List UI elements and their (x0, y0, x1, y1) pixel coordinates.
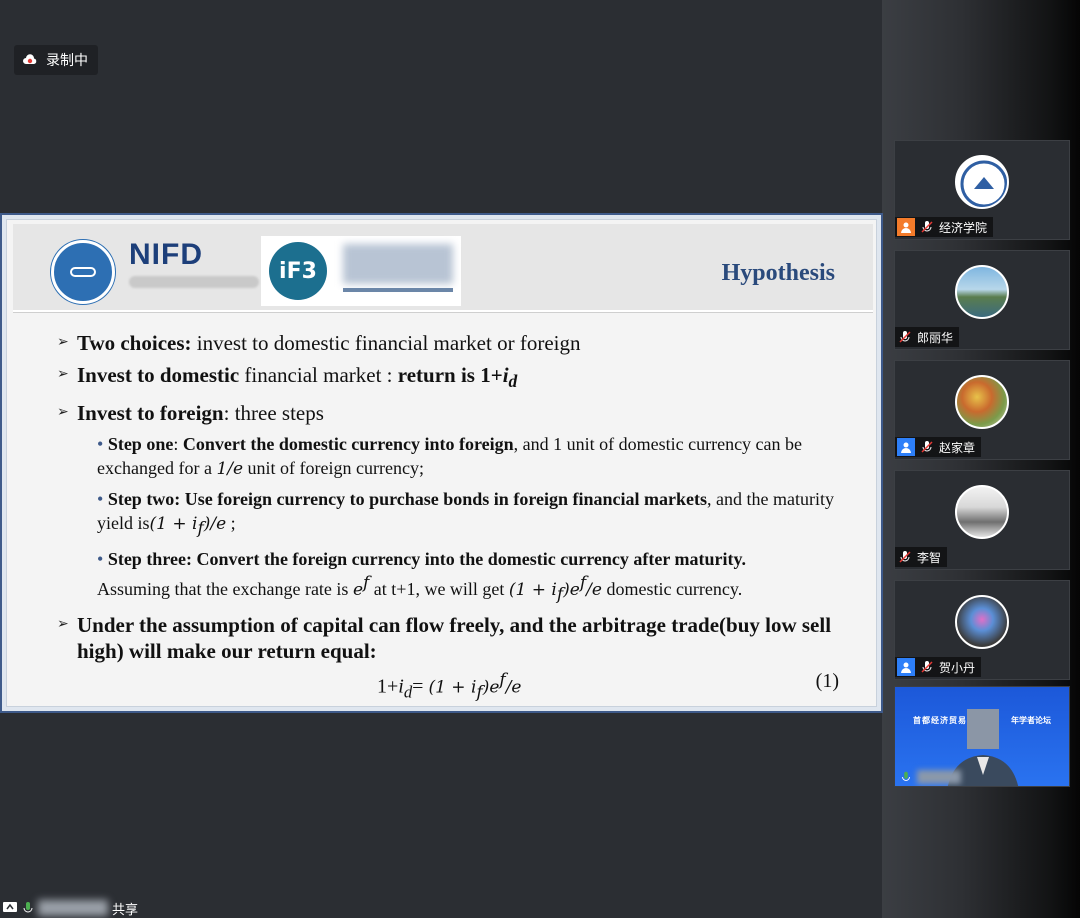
step-three: • Step three: Convert the foreign curren… (97, 548, 746, 605)
participant-name: 郎丽华 (917, 330, 954, 345)
avatar (955, 155, 1009, 209)
bullet-two-choices: Two choices: invest to domestic financia… (57, 330, 857, 356)
participant-tile[interactable]: 贺小丹 (894, 580, 1070, 680)
participant-tile[interactable]: 经济学院 (894, 140, 1070, 240)
step-one: • Step one: Convert the domestic currenc… (97, 434, 803, 480)
avatar (955, 265, 1009, 319)
participant-name: 经济学院 (939, 220, 988, 235)
bullet-invest-foreign: Invest to foreign: three steps (57, 400, 857, 426)
slide-header: NIFD iF3 Hypothesis (13, 224, 873, 312)
think-tank-logo (51, 240, 115, 304)
mic-muted-icon (921, 221, 933, 233)
share-label: 共享 (112, 901, 139, 917)
avatar (955, 375, 1009, 429)
recording-badge[interactable]: 录制中 (14, 45, 98, 75)
screen-share-icon (3, 902, 17, 912)
slide-title: Hypothesis (721, 260, 835, 286)
participant-name: 赵家章 (939, 440, 976, 455)
sharer-name-blurred (38, 900, 108, 916)
mic-muted-icon (921, 441, 933, 453)
recording-label: 录制中 (46, 52, 88, 68)
ifb-logo: iF3 (261, 236, 461, 306)
mic-muted-icon (899, 551, 911, 563)
nifd-subtitle-blurred (129, 276, 259, 288)
equation: 1+id= (1 + if)ef/e (1) (377, 670, 839, 704)
cloud-record-icon (23, 54, 37, 64)
participant-tile[interactable]: 郎丽华 (894, 250, 1070, 350)
nifd-logo: NIFD (129, 238, 203, 271)
speaker-name-blurred (917, 770, 961, 784)
shared-slide: NIFD iF3 Hypothesis Two choices: invest … (0, 213, 883, 713)
host-icon (897, 218, 915, 236)
mic-muted-icon (899, 331, 911, 343)
bullet-invest-domestic: Invest to domestic financial market : re… (57, 362, 857, 394)
equation-number: (1) (815, 670, 839, 693)
mic-muted-icon (921, 661, 933, 673)
step-two: • Step two: Use foreign currency to purc… (97, 489, 834, 539)
mic-active-icon (23, 902, 33, 913)
participant-name: 李智 (917, 550, 942, 565)
avatar (955, 595, 1009, 649)
bottom-share-bar[interactable]: 共享 (0, 898, 139, 918)
mic-active-icon (902, 771, 910, 781)
user-icon (897, 438, 915, 456)
user-icon (897, 658, 915, 676)
participant-tile[interactable]: 赵家章 (894, 360, 1070, 460)
slide-content: Two choices: invest to domestic financia… (57, 330, 857, 704)
participant-tile[interactable]: 李智 (894, 470, 1070, 570)
participant-name: 贺小丹 (939, 660, 976, 675)
bullet-conclusion: Under the assumption of capital can flow… (57, 612, 857, 664)
active-speaker-video[interactable]: 首都经济贸易 年学者论坛 (894, 686, 1070, 787)
avatar (955, 485, 1009, 539)
